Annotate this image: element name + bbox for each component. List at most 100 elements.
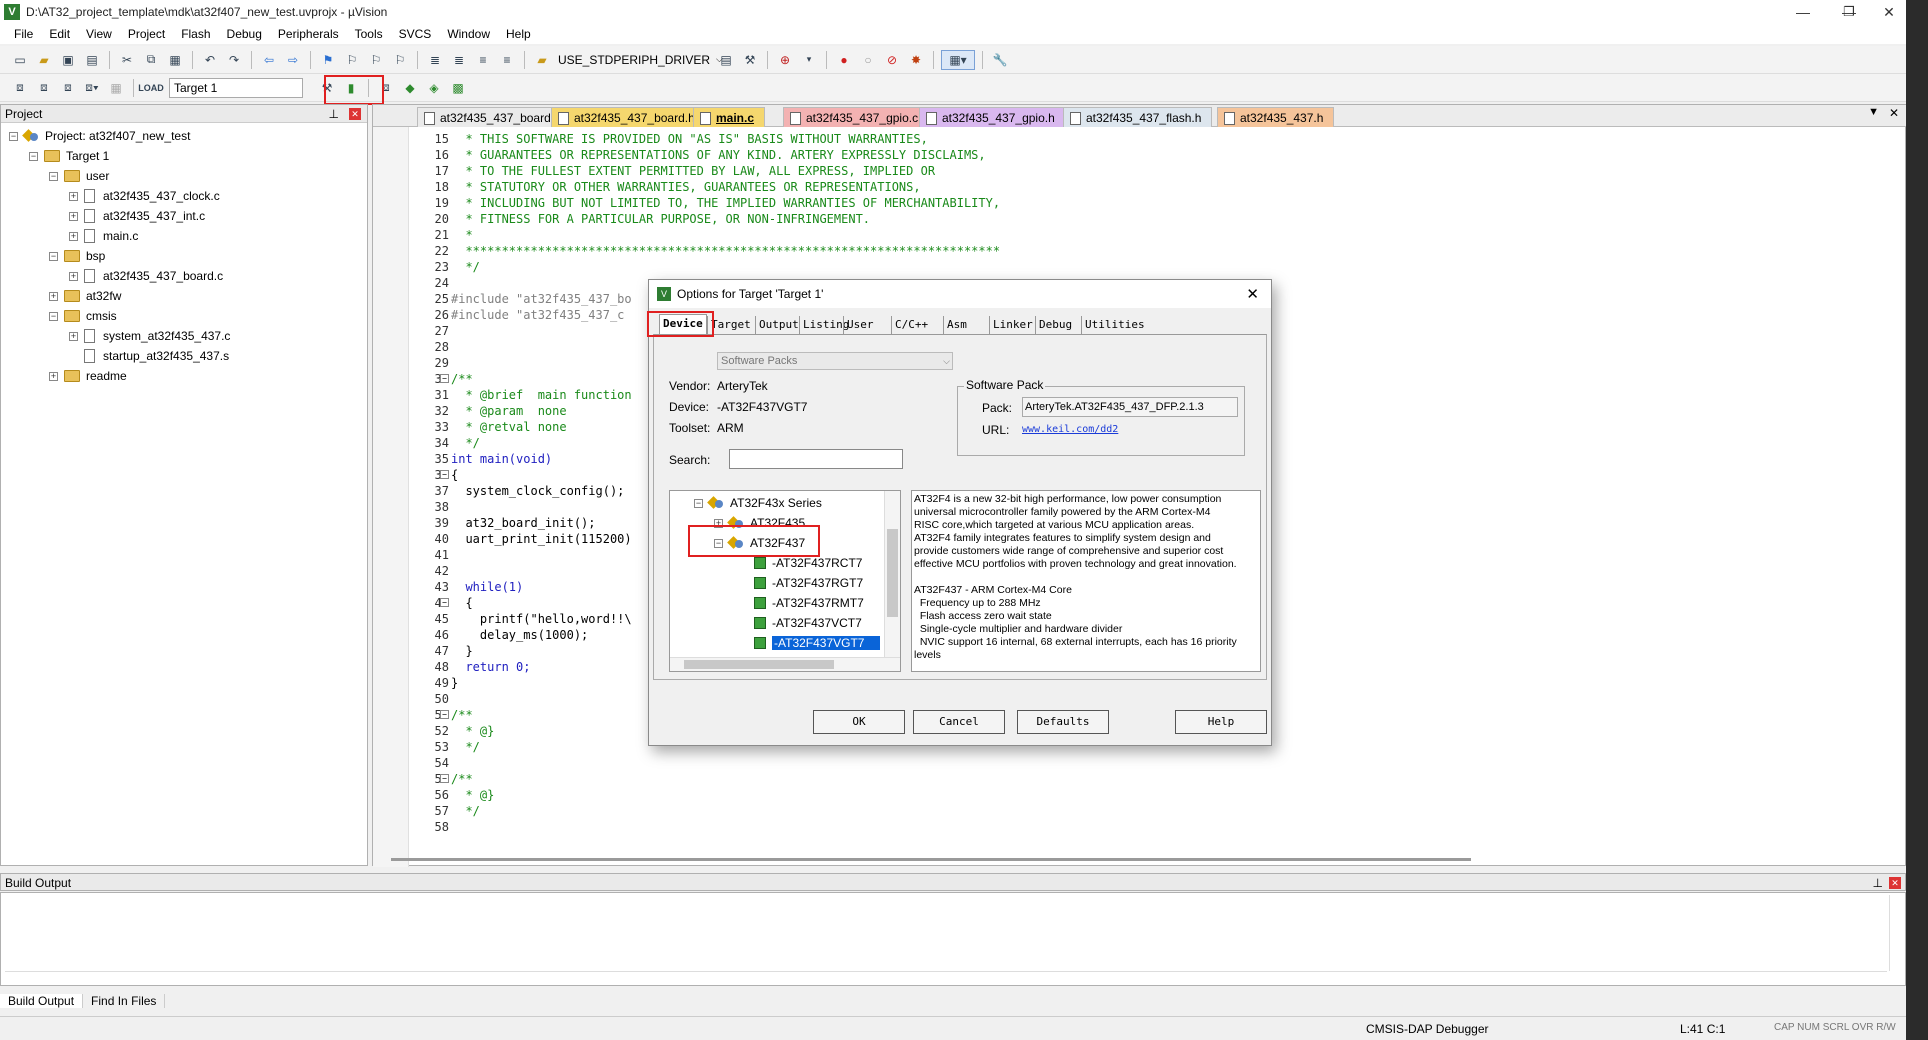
breakpoint-icon[interactable]: ●	[834, 50, 854, 70]
collapse-icon[interactable]: −	[694, 498, 703, 508]
project-tree-item[interactable]: − bsp	[49, 247, 105, 265]
collapse-icon[interactable]: −	[49, 171, 58, 181]
software-packs-combo[interactable]: Software Packs ⌵	[717, 352, 953, 370]
file-tab[interactable]: main.c	[693, 107, 766, 127]
menu-edit[interactable]: Edit	[41, 27, 78, 41]
download-icon[interactable]: LOAD	[138, 78, 164, 98]
close-dialog-button[interactable]: ✕	[1246, 285, 1259, 303]
redo-icon[interactable]: ↷	[224, 50, 244, 70]
incremental-find-icon[interactable]: ▤	[716, 50, 736, 70]
dialog-tab-asm[interactable]: Asm	[943, 316, 970, 334]
menu-svcs[interactable]: SVCS	[391, 27, 440, 41]
project-tree-item[interactable]: + readme	[49, 367, 127, 385]
project-tree-item[interactable]: + at32fw	[49, 287, 121, 305]
fold-toggle-icon[interactable]: −	[440, 774, 449, 783]
project-tree-item[interactable]: + at32f435_437_clock.c	[69, 187, 220, 205]
menu-project[interactable]: Project	[120, 27, 173, 41]
build-icon[interactable]: ⧈	[34, 78, 54, 98]
vertical-scrollbar[interactable]	[884, 491, 900, 659]
file-tab[interactable]: at32f435_437_gpio.h	[919, 107, 1066, 127]
dialog-tab-target[interactable]: Target	[707, 316, 754, 334]
file-tab[interactable]: at32f435_437_board.h	[551, 107, 706, 127]
pack-installer-icon[interactable]: ◈	[424, 78, 444, 98]
copy-icon[interactable]: ⧉	[141, 50, 161, 70]
expand-icon[interactable]: +	[49, 371, 58, 381]
menu-flash[interactable]: Flash	[173, 27, 218, 41]
nav-forward-icon[interactable]: ⇨	[283, 50, 303, 70]
menu-tools[interactable]: Tools	[347, 27, 391, 41]
project-tree-item[interactable]: − user	[49, 167, 109, 185]
collapse-icon[interactable]: −	[9, 131, 18, 141]
minimize-window-button[interactable]: —	[1780, 0, 1826, 24]
bookmark-clear-icon[interactable]: ⚐	[390, 50, 410, 70]
new-file-icon[interactable]: ▭	[10, 50, 30, 70]
disable-breakpoint-icon[interactable]: ○	[858, 50, 878, 70]
tab-list-icon[interactable]: ▼	[1868, 106, 1879, 118]
collapse-icon[interactable]: −	[29, 151, 38, 161]
menu-window[interactable]: Window	[439, 27, 498, 41]
save-all-icon[interactable]: ▤	[82, 50, 102, 70]
chevron-down-icon[interactable]: ▾	[799, 50, 819, 70]
expand-icon[interactable]: +	[69, 331, 78, 341]
dialog-tab-linker[interactable]: Linker	[989, 316, 1036, 334]
expand-icon[interactable]: +	[69, 191, 78, 201]
menu-view[interactable]: View	[78, 27, 120, 41]
cancel-button[interactable]: Cancel	[913, 710, 1005, 734]
file-tab[interactable]: at32f435_437.h	[1217, 107, 1335, 127]
device-item[interactable]: -AT32F437VCT7	[754, 614, 862, 632]
collapse-icon[interactable]: −	[49, 251, 58, 261]
configure-icon[interactable]: 🔧	[990, 50, 1010, 70]
scroll-thumb[interactable]	[887, 529, 898, 617]
fold-toggle-icon[interactable]: −	[440, 598, 449, 607]
pin-icon[interactable]: ⊥	[1873, 874, 1883, 892]
save-icon[interactable]: ▣	[58, 50, 78, 70]
kill-breakpoints-icon[interactable]: ⊘	[882, 50, 902, 70]
debug-settings-icon[interactable]: ⚒	[740, 50, 760, 70]
menu-debug[interactable]: Debug	[219, 27, 270, 41]
dialog-tab-cc[interactable]: C/C++	[891, 316, 931, 334]
pack-field[interactable]: ArteryTek.AT32F435_437_DFP.2.1.3	[1022, 397, 1238, 417]
rte-icon[interactable]: ▩	[448, 78, 468, 98]
stop-build-icon[interactable]: ▦	[106, 78, 126, 98]
project-tree-item[interactable]: + system_at32f435_437.c	[69, 327, 230, 345]
batch-build-icon[interactable]: ⧈▾	[82, 78, 102, 98]
unindent-icon[interactable]: ≣	[449, 50, 469, 70]
project-tree-item[interactable]: − Project: at32f407_new_test	[9, 127, 190, 145]
maximize-window-button[interactable]: ❐	[1826, 0, 1872, 24]
build-tab[interactable]: Find In Files	[83, 994, 166, 1008]
uncomment-icon[interactable]: ≡	[497, 50, 517, 70]
file-tab[interactable]: at32f435_437_gpio.c	[783, 107, 930, 127]
project-tree-item[interactable]: − Target 1	[29, 147, 109, 165]
device-item[interactable]: -AT32F437RGT7	[754, 574, 863, 592]
horizontal-scrollbar[interactable]	[5, 971, 1887, 983]
bookmark-icon[interactable]: ⚑	[318, 50, 338, 70]
defaults-button[interactable]: Defaults	[1017, 710, 1109, 734]
expand-icon[interactable]: +	[49, 291, 58, 301]
project-tree-item[interactable]: + main.c	[69, 227, 138, 245]
bookmark-prev-icon[interactable]: ⚐	[342, 50, 362, 70]
open-file-icon[interactable]: ▰	[34, 50, 54, 70]
translate-icon[interactable]: ⧈	[10, 78, 30, 98]
ok-button[interactable]: OK	[813, 710, 905, 734]
project-tree-item[interactable]: + at32f435_437_board.c	[69, 267, 223, 285]
build-output-text[interactable]	[0, 892, 1906, 986]
vertical-scrollbar[interactable]	[1889, 895, 1903, 971]
menu-help[interactable]: Help	[498, 27, 539, 41]
rebuild-icon[interactable]: ⧈	[58, 78, 78, 98]
help-button[interactable]: Help	[1175, 710, 1267, 734]
expand-icon[interactable]: +	[69, 271, 78, 281]
bookmark-next-icon[interactable]: ⚐	[366, 50, 386, 70]
window-layout-icon[interactable]: ▦▾	[941, 49, 975, 70]
close-tab-icon[interactable]: ✕	[1889, 106, 1899, 120]
comment-icon[interactable]: ≡	[473, 50, 493, 70]
paste-icon[interactable]: ▦	[165, 50, 185, 70]
close-panel-icon[interactable]: ✕	[349, 108, 361, 120]
start-debug-icon[interactable]: ⊕	[775, 50, 795, 70]
cut-icon[interactable]: ✂	[117, 50, 137, 70]
menu-file[interactable]: File	[6, 27, 41, 41]
fold-toggle-icon[interactable]: −	[440, 710, 449, 719]
dialog-tab-output[interactable]: Output	[755, 316, 802, 334]
url-link[interactable]: www.keil.com/dd2	[1022, 424, 1118, 435]
horizontal-scrollbar[interactable]	[670, 657, 900, 671]
define-combo[interactable]: USE_STDPERIPH_DRIVER ⌵	[554, 50, 723, 70]
